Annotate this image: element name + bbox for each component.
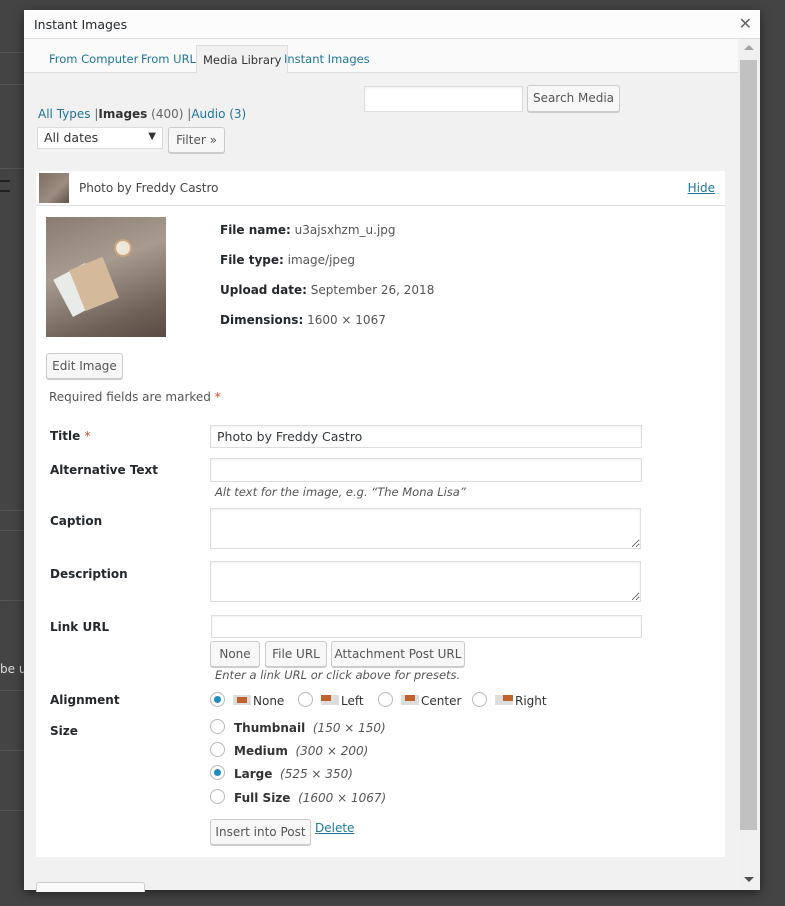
alt-text-help: Alt text for the image, e.g. “The Mona L… [215,485,466,499]
upload-date: Upload date: September 26, 2018 [220,283,435,297]
media-modal: Instant Images ✕ From Computer From URL … [24,10,760,892]
link-none-button[interactable]: None [210,641,260,667]
tab-from-computer[interactable]: From Computer [49,52,138,66]
align-left-label[interactable]: Left [341,694,364,708]
dimensions: Dimensions: 1600 × 1067 [220,313,386,327]
size-large-label[interactable]: Large (525 × 350) [234,767,353,781]
align-left-radio[interactable] [298,692,313,707]
description-label: Description [50,567,128,581]
tab-instant-images[interactable]: Instant Images [284,52,370,66]
media-item: Photo by Freddy Castro Hide File name: u… [36,171,725,857]
tab-media-library[interactable]: Media Library [196,45,289,74]
align-right-label[interactable]: Right [515,694,547,708]
file-type: File type: image/jpeg [220,253,356,267]
scrollbar-thumb[interactable] [740,60,757,830]
align-none-radio[interactable] [210,692,225,707]
size-label: Size [50,724,78,738]
align-none-icon [233,695,251,705]
align-right-radio[interactable] [472,692,487,707]
filter-button[interactable]: Filter » [168,127,225,153]
search-media-button[interactable]: Search Media [527,85,620,112]
delete-link[interactable]: Delete [315,821,354,835]
size-medium-label[interactable]: Medium (300 × 200) [234,744,368,758]
scrollbar[interactable] [738,39,760,890]
caption-label: Caption [50,514,103,528]
search-input[interactable] [364,86,523,112]
size-thumbnail-label[interactable]: Thumbnail (150 × 150) [234,721,386,735]
thumbnail-image [39,173,69,203]
title-input[interactable] [210,425,642,448]
link-url-label: Link URL [50,620,110,634]
close-icon[interactable]: ✕ [739,14,752,33]
align-center-radio[interactable] [378,692,393,707]
align-center-icon [401,695,419,705]
media-library-panel: All Types |Images (400) |Audio (3) Searc… [24,73,738,892]
insert-into-post-button[interactable]: Insert into Post [210,819,311,845]
alt-text-input[interactable] [210,458,642,482]
background-text: be us [0,662,24,676]
alt-text-label: Alternative Text [50,463,159,477]
align-left-icon [321,695,339,705]
size-medium-radio[interactable] [210,742,225,757]
link-help: Enter a link URL or click above for pres… [215,668,461,682]
media-item-title: Photo by Freddy Castro [79,181,219,195]
filter-all-types[interactable]: All Types [38,107,91,121]
tab-bar: From Computer From URL Media Library Ins… [24,39,738,74]
required-note: Required fields are marked * [49,390,221,404]
size-full-radio[interactable] [210,789,225,804]
partial-button[interactable] [36,882,145,892]
link-url-input[interactable] [211,615,642,638]
alignment-label: Alignment [50,693,120,707]
edit-image-button[interactable]: Edit Image [46,353,123,379]
filter-images[interactable]: Images [98,107,147,121]
caption-textarea[interactable] [210,508,641,549]
align-center-label[interactable]: Center [421,694,461,708]
tab-from-url[interactable]: From URL [141,52,196,66]
description-textarea[interactable] [210,561,641,602]
align-right-icon [495,695,513,705]
scroll-up-icon[interactable] [744,45,754,50]
date-filter-select[interactable]: All dates ▼ [37,127,163,149]
dropdown-arrow-icon: ▼ [148,131,156,142]
filter-audio[interactable]: Audio (3) [191,107,246,121]
size-full-label[interactable]: Full Size (1600 × 1067) [234,791,386,805]
link-file-url-button[interactable]: File URL [265,641,327,667]
scroll-down-icon[interactable] [744,877,754,882]
preview-image [46,217,166,337]
images-count: (400) [151,107,184,121]
media-item-header[interactable]: Photo by Freddy Castro Hide [36,171,725,206]
editor-toolbar-icon [0,180,10,192]
title-label: Title * [50,429,91,443]
size-thumbnail-radio[interactable] [210,719,225,734]
file-name: File name: u3ajsxhzm_u.jpg [220,223,396,237]
link-attachment-url-button[interactable]: Attachment Post URL [331,641,465,667]
modal-title: Instant Images [34,17,128,32]
hide-link[interactable]: Hide [688,181,715,195]
align-none-label[interactable]: None [253,694,284,708]
date-filter-value: All dates [44,130,99,145]
size-large-radio[interactable] [210,765,225,780]
modal-header: Instant Images ✕ [24,10,760,39]
